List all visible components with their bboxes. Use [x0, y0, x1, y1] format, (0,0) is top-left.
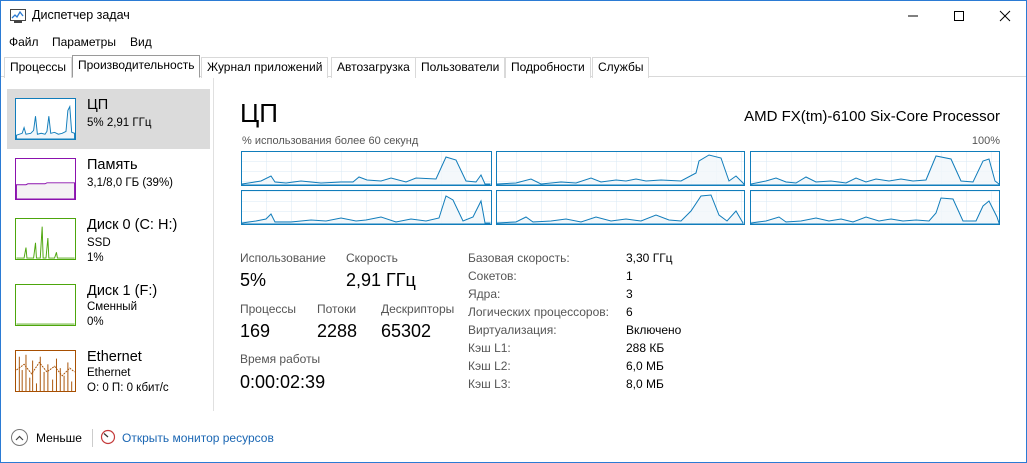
- sidebar-memory-stat: 3,1/8,0 ГБ (39%): [87, 177, 174, 189]
- lp-graph-2: [750, 151, 1000, 186]
- tab-details[interactable]: Подробности: [505, 57, 591, 78]
- sidebar-item-cpu[interactable]: ЦП 5% 2,91 ГГц: [7, 89, 210, 149]
- tab-startup[interactable]: Автозагрузка: [331, 57, 416, 78]
- disk0-thumbnail-graph: [15, 218, 76, 260]
- cores-label: Ядра:: [468, 287, 501, 301]
- virtualization-value: Включено: [626, 323, 682, 337]
- handles-label: Дескрипторы: [381, 302, 455, 316]
- close-button[interactable]: [982, 1, 1026, 31]
- tab-users[interactable]: Пользователи: [415, 57, 506, 78]
- speed-label: Скорость: [346, 251, 398, 265]
- threads-value: 2288: [317, 321, 358, 341]
- l2-cache-value: 6,0 МБ: [626, 359, 664, 373]
- tab-app-history[interactable]: Журнал приложений: [201, 57, 329, 78]
- lp-graph-5: [750, 190, 1000, 225]
- tab-processes[interactable]: Процессы: [4, 57, 73, 78]
- menu-file[interactable]: Файл: [9, 35, 39, 49]
- title-bar: Диспетчер задач: [1, 1, 1026, 31]
- fewer-details-link[interactable]: Меньше: [36, 431, 82, 445]
- minimize-button[interactable]: [890, 1, 936, 31]
- sidebar-item-disk0[interactable]: Диск 0 (C: H:) SSD 1%: [7, 209, 210, 269]
- processes-label: Процессы: [240, 302, 297, 316]
- sidebar-item-memory[interactable]: Память 3,1/8,0 ГБ (39%): [7, 149, 210, 209]
- menu-options[interactable]: Параметры: [52, 35, 116, 49]
- lp-graph-1: [496, 151, 745, 186]
- l1-cache-label: Кэш L1:: [468, 341, 511, 355]
- lp-graph-3: [241, 190, 492, 225]
- ethernet-thumbnail-graph: [15, 350, 76, 392]
- sidebar-cpu-stat: 5% 2,91 ГГц: [87, 117, 152, 129]
- logical-processors-value: 6: [626, 305, 633, 319]
- sidebar-memory-name: Память: [87, 157, 138, 173]
- sockets-label: Сокетов:: [468, 269, 517, 283]
- base-speed-label: Базовая скорость:: [468, 251, 570, 265]
- memory-thumbnail-graph: [15, 158, 76, 200]
- l1-cache-value: 288 КБ: [626, 341, 665, 355]
- bottom-bar: Меньше Открыть монитор ресурсов: [1, 423, 1026, 458]
- cpu-thumbnail-graph: [15, 98, 76, 140]
- sidebar-disk0-type: SSD: [87, 237, 111, 249]
- sidebar-ethernet-name: Ethernet: [87, 349, 142, 365]
- usage-value: 5%: [240, 270, 267, 290]
- open-resource-monitor-link[interactable]: Открыть монитор ресурсов: [122, 431, 274, 445]
- sidebar-item-disk1[interactable]: Диск 1 (F:) Сменный 0%: [7, 275, 210, 335]
- sidebar-ethernet-throughput: О: 0 П: 0 кбит/с: [87, 382, 169, 394]
- sockets-value: 1: [626, 269, 633, 283]
- sidebar-disk1-usage: 0%: [87, 316, 104, 328]
- usage-label: Использование: [240, 251, 326, 265]
- logical-processor-graphs: [241, 151, 1000, 225]
- sidebar-disk1-type: Сменный: [87, 301, 137, 313]
- task-manager-icon: [10, 9, 26, 23]
- disk1-thumbnail-graph: [15, 284, 76, 326]
- processes-value: 169: [240, 321, 271, 341]
- threads-label: Потоки: [317, 302, 357, 316]
- sidebar-disk0-usage: 1%: [87, 252, 104, 264]
- lp-graph-0: [241, 151, 492, 186]
- speed-value: 2,91 ГГц: [346, 270, 416, 290]
- maximize-icon: [954, 11, 964, 21]
- uptime-label: Время работы: [240, 352, 321, 366]
- fewer-details-button[interactable]: [11, 429, 28, 446]
- close-icon: [999, 10, 1011, 22]
- virtualization-label: Виртуализация:: [468, 323, 557, 337]
- sidebar-cpu-name: ЦП: [87, 97, 109, 113]
- sidebar-item-ethernet[interactable]: Ethernet Ethernet О: 0 П: 0 кбит/с: [7, 341, 210, 401]
- page-title: ЦП: [240, 98, 278, 128]
- sidebar-disk1-name: Диск 1 (F:): [87, 283, 158, 299]
- resource-sidebar: ЦП 5% 2,91 ГГц Память 3,1/8,0 ГБ (39%) Д…: [1, 78, 214, 411]
- cpu-model-name: AMD FX(tm)-6100 Six-Core Processor: [744, 108, 1000, 125]
- minimize-icon: [908, 15, 918, 17]
- window-title: Диспетчер задач: [32, 8, 130, 22]
- logical-processors-label: Логических процессоров:: [468, 305, 609, 319]
- maximize-button[interactable]: [936, 1, 982, 31]
- uptime-value: 0:00:02:39: [240, 372, 326, 392]
- task-manager-window: Диспетчер задач Файл Параметры Вид Проце…: [0, 0, 1027, 463]
- chevron-up-icon: [15, 435, 24, 440]
- lp-graph-4: [496, 190, 745, 225]
- sidebar-disk0-name: Диск 0 (C: H:): [87, 217, 178, 233]
- tab-performance[interactable]: Производительность: [72, 55, 201, 78]
- handles-value: 65302: [381, 321, 432, 341]
- l2-cache-label: Кэш L2:: [468, 359, 511, 373]
- utilization-graph-label: % использования более 60 секунд: [242, 135, 419, 147]
- tab-bar: Процессы Производительность Журнал прило…: [1, 55, 1026, 78]
- menu-view[interactable]: Вид: [130, 35, 152, 49]
- sidebar-ethernet-adapter: Ethernet: [87, 367, 131, 379]
- l3-cache-value: 8,0 МБ: [626, 377, 664, 391]
- tab-services[interactable]: Службы: [592, 57, 650, 78]
- l3-cache-label: Кэш L3:: [468, 377, 511, 391]
- menu-bar: Файл Параметры Вид: [1, 32, 1026, 54]
- resource-monitor-icon[interactable]: [100, 429, 116, 445]
- divider: [92, 429, 93, 447]
- base-speed-value: 3,30 ГГц: [626, 251, 673, 265]
- utilization-max-label: 100%: [971, 135, 1000, 147]
- cpu-details-panel: ЦП AMD FX(tm)-6100 Six-Core Processor % …: [215, 78, 1026, 411]
- cores-value: 3: [626, 287, 633, 301]
